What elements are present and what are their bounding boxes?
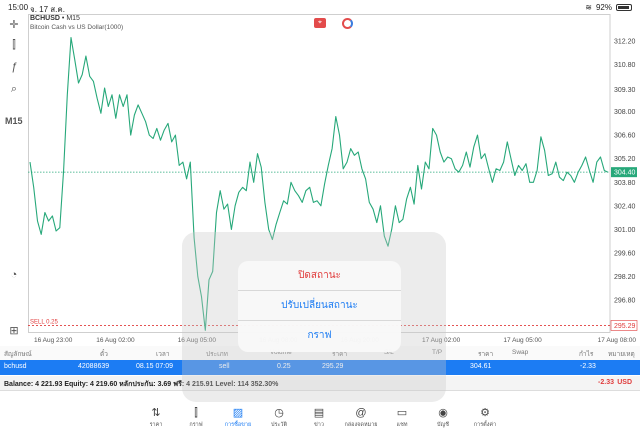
y-tick-label: 310.80	[614, 62, 636, 69]
y-tick-label: 296.80	[614, 298, 636, 305]
tab-label: กล่องจดหมาย	[344, 422, 378, 428]
add-chart-icon[interactable]: ⊞	[6, 324, 22, 338]
col-comment: หมายเหตุ	[608, 351, 635, 358]
modify-position-button[interactable]: ปรับเปลี่ยนสถานะ	[238, 291, 401, 321]
x-tick-label: 16 Aug 23:00	[34, 337, 73, 344]
tab-chart[interactable]: ⫿ กราฟ	[176, 406, 216, 429]
arrows-icon: ⇅	[151, 407, 161, 419]
objects-icon[interactable]: ⌕	[6, 82, 22, 96]
col-symbol: สัญลักษณ์	[4, 351, 32, 358]
y-tick-label: 298.20	[614, 274, 636, 281]
trade-chart-icon: ▨	[232, 407, 244, 419]
chart-description: Bitcoin Cash vs US Dollar(1000)	[30, 24, 124, 31]
tab-label: แชท	[396, 422, 408, 428]
flag-icon[interactable]: ⌖	[314, 18, 326, 28]
battery-percent: 92%	[595, 3, 612, 12]
tab-label: ข่าว	[314, 422, 324, 428]
chart-top-icons: ⌖	[314, 18, 353, 29]
chart-type-icon[interactable]: ⫿	[6, 38, 22, 52]
tab-label: บัญชี	[437, 422, 449, 428]
col-profit: กำไร	[579, 351, 594, 358]
wifi-icon: ≋	[585, 3, 592, 12]
row-ticket: 42088639	[78, 363, 110, 370]
row-time: 08.15 07:09	[136, 363, 173, 370]
y-tick-label: 299.60	[614, 250, 636, 257]
y-tick-label: 308.00	[614, 109, 636, 116]
x-tick-label: 16 Aug 02:00	[96, 337, 135, 344]
position-action-sheet: ปิดสถานะ ปรับเปลี่ยนสถานะ กราฟ	[238, 261, 401, 352]
tab-account[interactable]: ◉ บัญชี	[423, 406, 463, 429]
timeframe-button[interactable]: M15	[5, 116, 23, 126]
status-bar: 15:00 จ. 17 ส.ค. ≋ 92%	[0, 0, 640, 14]
sell-price-label: 295.29	[614, 323, 636, 330]
tab-trade[interactable]: ▨ การซื้อขาย	[218, 406, 258, 429]
row-current: 304.61	[470, 363, 492, 370]
sell-order-label: SELL 0.25	[30, 319, 58, 325]
mail-icon: @	[355, 407, 367, 419]
x-tick-label: 17 Aug 05:00	[503, 337, 542, 344]
bottom-tab-bar: ⇅ ราคา ⫿ กราฟ ▨ การซื้อขาย ◷ ประวัติ ▤ ข…	[0, 400, 640, 447]
col-current: ราคา	[478, 351, 494, 358]
col-swap: Swap	[512, 349, 529, 356]
total-profit: -2.33	[598, 379, 614, 386]
tab-label: ประวัติ	[270, 422, 288, 428]
chart-title: BCHUSD • M15	[30, 15, 80, 22]
y-tick-label: 302.40	[614, 203, 636, 210]
y-tick-label: 305.20	[614, 156, 636, 163]
close-position-button[interactable]: ปิดสถานะ	[238, 261, 401, 291]
y-tick-label: 306.60	[614, 133, 636, 140]
status-time: 15:00	[8, 3, 29, 12]
sync-icon[interactable]	[342, 18, 353, 29]
account-icon: ◉	[438, 407, 448, 419]
tab-label: การตั้งค่า	[473, 422, 497, 428]
battery-icon	[616, 4, 632, 11]
tab-news[interactable]: ▤ ข่าว	[299, 406, 339, 429]
news-icon: ▤	[313, 407, 325, 419]
currency: USD	[617, 379, 632, 386]
settings-icon: ⚙	[480, 407, 490, 419]
y-tick-label: 301.00	[614, 227, 636, 234]
col-time: เวลา	[156, 351, 170, 358]
row-symbol: bchusd	[4, 363, 27, 370]
chart-timeframe: M15	[66, 15, 80, 22]
tab-settings[interactable]: ⚙ การตั้งค่า	[465, 406, 505, 429]
tab-mailbox[interactable]: @ กล่องจดหมาย	[341, 406, 381, 429]
chart-toolbar: ✛ ⫿ ƒ ⌕ M15 ◔ ⊞	[0, 14, 28, 340]
speedometer-icon[interactable]: ◔	[6, 268, 22, 282]
tab-quotes[interactable]: ⇅ ราคา	[136, 406, 176, 429]
chat-icon: ▭	[396, 407, 408, 419]
tab-history[interactable]: ◷ ประวัติ	[259, 406, 299, 429]
open-chart-button[interactable]: กราฟ	[238, 321, 401, 351]
crosshair-icon[interactable]: ✛	[6, 18, 22, 32]
tab-label: การซื้อขาย	[224, 422, 252, 428]
y-tick-label: 312.20	[614, 38, 636, 45]
chart-symbol: BCHUSD	[30, 15, 60, 22]
row-profit: -2.33	[580, 363, 596, 370]
tab-label: กราฟ	[189, 422, 203, 428]
col-ticket: ตั๋ว	[100, 351, 108, 358]
y-tick-label: 303.80	[614, 180, 636, 187]
tab-label: ราคา	[149, 422, 163, 428]
indicators-icon[interactable]: ƒ	[6, 60, 22, 74]
y-tick-label: 309.30	[614, 87, 636, 94]
history-icon: ◷	[274, 407, 284, 419]
x-tick-label: 17 Aug 08:00	[598, 337, 637, 344]
candles-icon: ⫿	[194, 407, 198, 419]
tab-chat[interactable]: ▭ แชท	[382, 406, 422, 429]
status-right: ≋ 92%	[585, 3, 632, 12]
current-price-label: 304.40	[614, 170, 636, 177]
